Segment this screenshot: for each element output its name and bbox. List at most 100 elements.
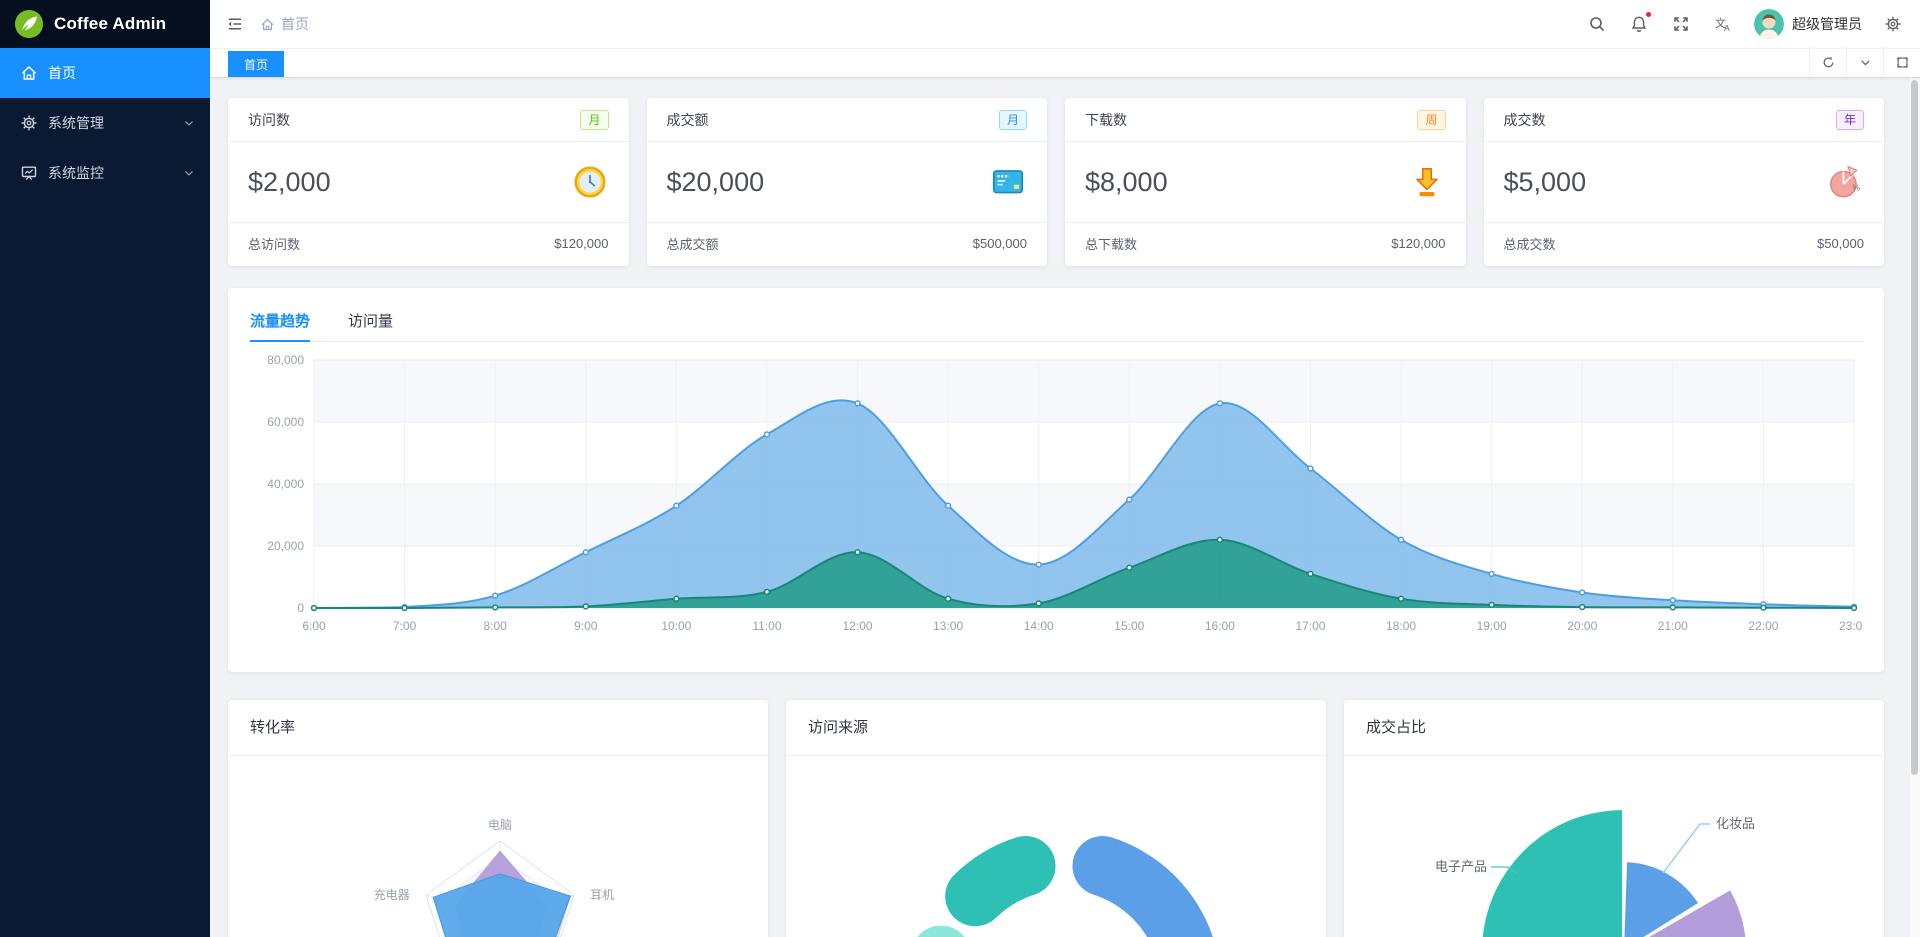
svg-text:化妆品: 化妆品	[1716, 816, 1755, 831]
user-menu[interactable]: 超级管理员	[1754, 9, 1862, 39]
tab-home-label: 首页	[244, 57, 269, 72]
stat-card-footer-value: $120,000	[554, 236, 609, 251]
svg-text:6:00: 6:00	[302, 619, 326, 633]
conversion-rate-panel: 转化率 电脑 耳机 充电器	[228, 700, 768, 937]
sidebar-menu: 首页系统管理系统监控	[0, 48, 210, 198]
svg-text:21:00: 21:00	[1658, 619, 1688, 633]
svg-text:耳机: 耳机	[590, 888, 614, 902]
visit-source-panel: 访问来源	[786, 700, 1326, 937]
svg-text:80,000: 80,000	[267, 353, 304, 367]
tab-bar: 首页	[210, 47, 1920, 78]
stat-card-value: $20,000	[666, 166, 765, 197]
svg-text:10:00: 10:00	[661, 619, 691, 633]
svg-text:17:00: 17:00	[1295, 619, 1325, 633]
bottom-panels-row: 转化率 电脑 耳机 充电器 访问来源 成交占比 电子产品 化妆品	[228, 700, 1884, 937]
svg-text:18:00: 18:00	[1386, 619, 1416, 633]
panel-title: 转化率	[228, 700, 768, 756]
sidebar: Coffee Admin 首页系统管理系统监控	[0, 0, 210, 937]
tab-traffic-trend[interactable]: 流量趋势	[250, 302, 311, 342]
stat-card-title: 访问数	[248, 111, 290, 128]
pie-icon: %	[1826, 163, 1864, 201]
translate-button[interactable]: 文A	[1712, 13, 1734, 35]
settings-button[interactable]	[1882, 13, 1904, 35]
stat-card-title: 成交额	[666, 111, 709, 128]
stat-card-footer-label: 总下载数	[1085, 237, 1138, 252]
svg-text:电脑: 电脑	[488, 818, 512, 832]
svg-text:电子产品: 电子产品	[1435, 859, 1487, 874]
sidebar-item-2[interactable]: 系统监控	[0, 148, 210, 198]
svg-text:13:00: 13:00	[933, 619, 963, 633]
stat-card-0: 访问数 月 $2,000 总访问数 $120,000	[228, 98, 629, 266]
svg-text:9:00: 9:00	[574, 619, 598, 633]
deal-share-panel-chart: 电子产品 化妆品	[1435, 808, 1755, 937]
conversion-rate-panel-chart: 电脑耳机 充电器	[374, 818, 614, 937]
stat-card-badge: 月	[580, 109, 609, 130]
panel-title: 成交占比	[1344, 700, 1884, 756]
app-logo: Coffee Admin	[0, 0, 210, 48]
trend-tabs: 流量趋势 访问量	[250, 302, 1862, 342]
svg-text:%: %	[1852, 182, 1860, 192]
sidebar-item-1[interactable]: 系统管理	[0, 98, 210, 148]
fullscreen-button[interactable]	[1670, 13, 1692, 35]
stat-card-footer-label: 总访问数	[248, 237, 301, 252]
stat-card-footer-value: $500,000	[972, 236, 1027, 251]
svg-text:12:00: 12:00	[843, 619, 873, 633]
stat-card-footer-value: $120,000	[1391, 236, 1446, 251]
topbar: 首页 文A 超级管理员	[210, 0, 1920, 48]
sidebar-item-label: 首页	[48, 65, 76, 81]
refresh-button[interactable]	[1809, 47, 1846, 77]
stat-card-3: 成交数 年 $5,000% 总成交数 $50,000	[1483, 98, 1884, 266]
stat-card-value: $8,000	[1085, 166, 1168, 197]
svg-text:16:00: 16:00	[1205, 619, 1235, 633]
stat-card-2: 下载数 周 $8,000 总下载数 $120,000	[1065, 98, 1466, 266]
stat-cards-row: 访问数 月 $2,000 总访问数 $120,000 成交额 月 $20,000 总成交额 $50…	[228, 98, 1884, 266]
svg-text:19:00: 19:00	[1477, 619, 1507, 633]
visit-source-panel-chart	[917, 836, 1213, 937]
breadcrumb-label: 首页	[281, 16, 309, 32]
search-button[interactable]	[1586, 13, 1608, 35]
svg-text:8:00: 8:00	[483, 619, 507, 633]
segment-teal	[945, 836, 1056, 927]
traffic-trend-panel: 流量趋势 访问量 0 20,000 40,000 60,000 80,000 6:00 7:…	[228, 288, 1884, 672]
chevron-down-button[interactable]	[1846, 47, 1883, 77]
svg-text:23:00: 23:00	[1839, 619, 1862, 633]
chevron-down-icon	[182, 166, 196, 180]
chevron-down-icon	[182, 116, 196, 130]
stat-card-footer-value: $50,000	[1817, 236, 1864, 251]
svg-text:60,000: 60,000	[267, 415, 304, 429]
sidebar-item-label: 系统管理	[48, 115, 104, 131]
clock-icon	[571, 163, 609, 201]
tab-home[interactable]: 首页	[228, 51, 285, 77]
stat-card-badge: 年	[1835, 109, 1864, 130]
svg-text:20:00: 20:00	[1567, 619, 1597, 633]
monitor-icon	[20, 164, 38, 182]
page-content: 访问数 月 $2,000 总访问数 $120,000 成交额 月 $20,000 总成交额 $50…	[210, 78, 1920, 937]
svg-text:11:00: 11:00	[752, 619, 781, 633]
stat-card-title: 成交数	[1503, 111, 1546, 128]
bell-button[interactable]	[1628, 11, 1652, 35]
maximize-button[interactable]	[1883, 47, 1920, 77]
breadcrumb[interactable]: 首页	[260, 14, 309, 34]
stat-card-footer-label: 总成交数	[1503, 237, 1556, 252]
svg-text:14:00: 14:00	[1024, 619, 1054, 633]
svg-text:15:00: 15:00	[1114, 619, 1144, 633]
panel-title: 访问来源	[786, 700, 1326, 756]
notification-dot	[1645, 11, 1652, 18]
stat-card-badge: 周	[1417, 109, 1446, 130]
gear-icon	[20, 114, 38, 132]
segment-blue	[1072, 836, 1213, 937]
svg-text:0: 0	[297, 601, 304, 615]
svg-text:22:00: 22:00	[1748, 619, 1778, 633]
sidebar-collapse-button[interactable]	[224, 13, 246, 35]
sidebar-item-0[interactable]: 首页	[0, 48, 210, 98]
avatar	[1754, 9, 1784, 39]
username: 超级管理员	[1792, 16, 1862, 32]
stat-card-1: 成交额 月 $20,000 总成交额 $500,000	[646, 98, 1047, 266]
stat-card-value: $2,000	[248, 166, 331, 197]
svg-text:20,000: 20,000	[267, 539, 304, 553]
scrollbar-thumb[interactable]	[1911, 80, 1918, 775]
tab-visits[interactable]: 访问量	[348, 302, 393, 341]
stat-card-badge: 月	[998, 109, 1027, 130]
deal-share-panel: 成交占比电子产品 化妆品	[1344, 700, 1884, 937]
area-chart: 0 20,000 40,000 60,000 80,000 6:00 7:00 8:00 9:0…	[267, 353, 1862, 633]
